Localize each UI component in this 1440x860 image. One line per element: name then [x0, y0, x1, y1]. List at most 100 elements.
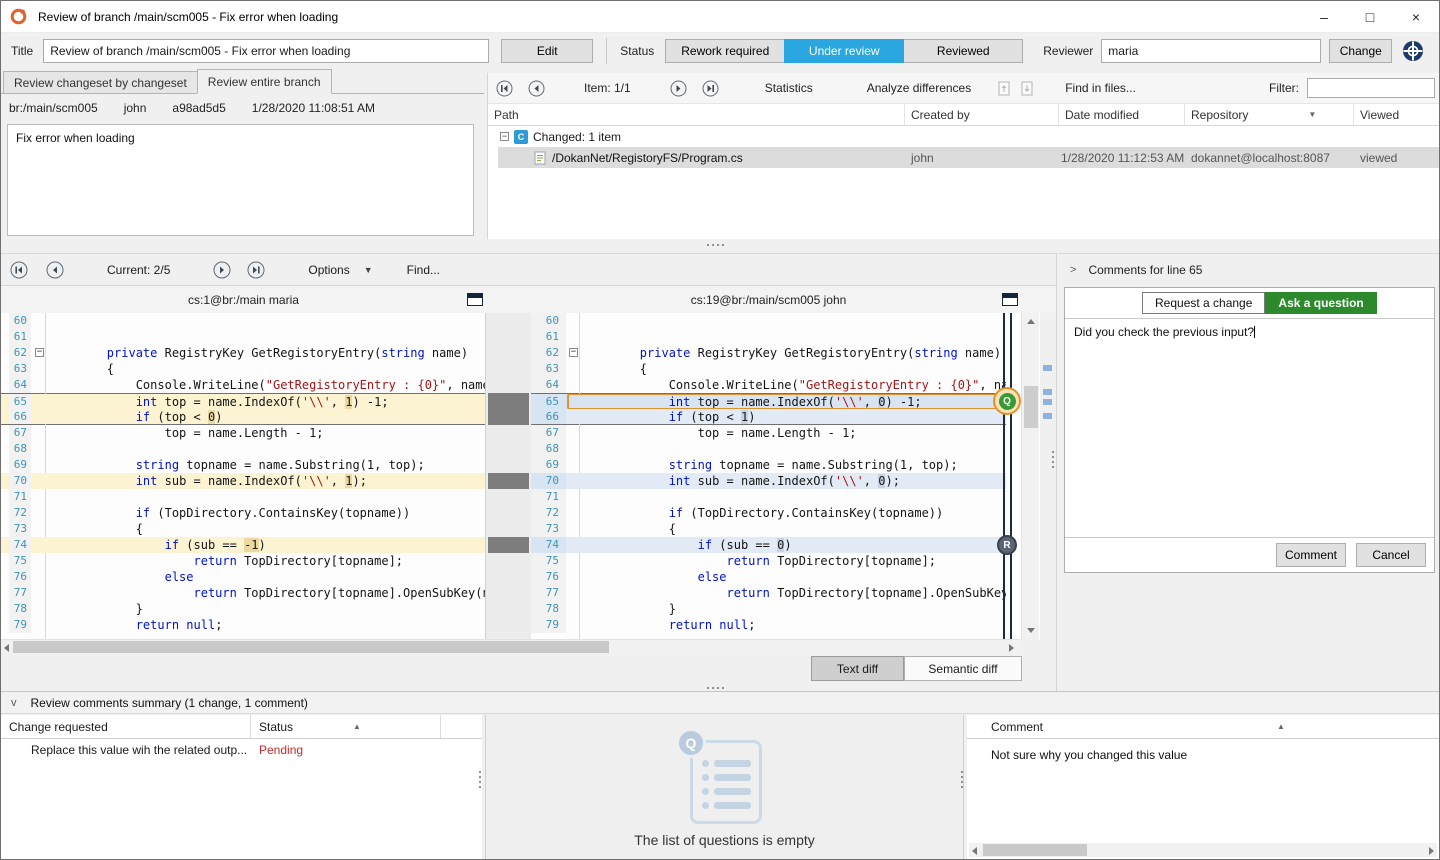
statistics-button[interactable]: Statistics	[765, 81, 813, 95]
vertical-scroll-thumb[interactable]	[1024, 386, 1038, 428]
code-line-right-63[interactable]: 63 {	[531, 361, 1006, 377]
code-line-left-78[interactable]: 78 }	[1, 601, 485, 617]
comment-button[interactable]: Comment	[1276, 543, 1346, 567]
code-line-right-65[interactable]: 65 int top = name.IndexOf('\\', 0) -1;	[531, 393, 1006, 409]
next-item-icon[interactable]	[669, 78, 689, 98]
change-request-row[interactable]: Replace this value wih the related outp.…	[1, 739, 482, 761]
code-line-right-64[interactable]: 64 Console.WriteLine("GetRegistoryEntry …	[531, 377, 1006, 393]
right-pane-window-icon[interactable]	[1002, 293, 1018, 306]
previous-diff-icon[interactable]	[45, 260, 65, 280]
semantic-diff-button[interactable]: Semantic diff	[904, 656, 1022, 681]
changed-group-row[interactable]: − C Changed: 1 item	[488, 126, 1439, 147]
find-button[interactable]: Find...	[407, 263, 440, 277]
doc-arrow-left-icon[interactable]	[997, 81, 1012, 96]
review-title-input[interactable]: Review of branch /main/scm005 - Fix erro…	[43, 39, 489, 63]
file-row[interactable]: /DokanNet/RegistoryFS/Program.cs john 1/…	[498, 147, 1439, 168]
code-line-left-61[interactable]: 61	[1, 329, 485, 345]
analyze-differences-button[interactable]: Analyze differences	[867, 81, 972, 95]
horizontal-scroll-thumb[interactable]	[13, 641, 609, 653]
code-fold-icon[interactable]: −	[35, 348, 44, 357]
destination-code-pane[interactable]: 606162 private RegistryKey GetRegistoryE…	[531, 313, 1006, 639]
code-line-right-60[interactable]: 60	[531, 313, 1006, 329]
code-line-right-72[interactable]: 72 if (TopDirectory.ContainsKey(topname)…	[531, 505, 1006, 521]
code-line-right-61[interactable]: 61	[531, 329, 1006, 345]
code-line-left-67[interactable]: 67 top = name.Length - 1;	[1, 425, 485, 441]
code-line-left-71[interactable]: 71	[1, 489, 485, 505]
source-code-pane[interactable]: 606162 private RegistryKey GetRegistoryE…	[1, 313, 486, 639]
tab-review-changeset-by-changeset[interactable]: Review changeset by changeset	[3, 71, 198, 94]
last-diff-icon[interactable]	[246, 260, 266, 280]
code-line-left-66[interactable]: 66 if (top < 0)	[1, 409, 485, 425]
code-line-left-73[interactable]: 73 {	[1, 521, 485, 537]
code-line-left-62[interactable]: 62 private RegistryKey GetRegistoryEntry…	[1, 345, 485, 361]
text-diff-button[interactable]: Text diff	[811, 656, 904, 681]
code-line-left-70[interactable]: 70 int sub = name.IndexOf('\\', 1);	[1, 473, 485, 489]
code-line-right-78[interactable]: 78 }	[531, 601, 1006, 617]
previous-item-icon[interactable]	[526, 78, 546, 98]
left-pane-window-icon[interactable]	[467, 293, 483, 306]
column-repository[interactable]: Repository▼	[1185, 104, 1354, 125]
code-line-right-62[interactable]: 62 private RegistryKey GetRegistoryEntry…	[531, 345, 1006, 361]
status-reviewed-button[interactable]: Reviewed	[903, 39, 1023, 63]
scroll-up-icon[interactable]	[1027, 319, 1035, 324]
comments-list-header[interactable]: Comment ▲	[967, 715, 1439, 739]
column-viewed[interactable]: Viewed	[1354, 104, 1439, 125]
ask-question-button[interactable]: Ask a question	[1265, 292, 1376, 314]
vertical-splitter-grip[interactable]	[961, 771, 963, 788]
maximize-button[interactable]: □	[1347, 1, 1393, 33]
doc-arrow-right-icon[interactable]	[1020, 81, 1035, 96]
next-diff-icon[interactable]	[212, 260, 232, 280]
code-line-right-66[interactable]: 66 if (top < 1)	[531, 409, 1006, 425]
question-textarea[interactable]: Did you check the previous input?	[1065, 318, 1434, 538]
column-status[interactable]: Status▲	[251, 715, 441, 738]
close-button[interactable]: ×	[1393, 1, 1439, 33]
code-line-right-70[interactable]: 70 int sub = name.IndexOf('\\', 0);	[531, 473, 1006, 489]
code-line-left-69[interactable]: 69 string topname = name.Substring(1, to…	[1, 457, 485, 473]
code-line-left-72[interactable]: 72 if (TopDirectory.ContainsKey(topname)…	[1, 505, 485, 521]
vertical-splitter-grip[interactable]	[1052, 451, 1054, 468]
code-line-left-74[interactable]: 74 if (sub == -1)	[1, 537, 485, 553]
code-line-right-69[interactable]: 69 string topname = name.Substring(1, to…	[531, 457, 1006, 473]
edit-button[interactable]: Edit	[501, 39, 593, 63]
code-line-left-76[interactable]: 76 else	[1, 569, 485, 585]
code-line-right-68[interactable]: 68	[531, 441, 1006, 457]
tab-review-entire-branch[interactable]: Review entire branch	[197, 69, 332, 94]
scroll-left-icon[interactable]	[4, 644, 9, 652]
options-button[interactable]: Options	[308, 263, 349, 277]
first-item-icon[interactable]	[494, 78, 514, 98]
filter-input[interactable]	[1307, 78, 1435, 98]
column-date-modified[interactable]: Date modified	[1059, 104, 1185, 125]
horizontal-scrollbar[interactable]	[1, 639, 1021, 653]
code-line-right-67[interactable]: 67 top = name.Length - 1;	[531, 425, 1006, 441]
code-line-left-64[interactable]: 64 Console.WriteLine("GetRegistoryEntry …	[1, 377, 485, 393]
overview-ruler[interactable]	[1040, 313, 1056, 639]
gyro-globe-icon[interactable]	[1402, 40, 1424, 62]
column-change-requested[interactable]: Change requested	[1, 715, 251, 738]
code-line-right-74[interactable]: 74 if (sub == 0)	[531, 537, 1006, 553]
chevron-right-icon[interactable]: >	[1070, 264, 1076, 276]
code-line-right-76[interactable]: 76 else	[531, 569, 1006, 585]
last-item-icon[interactable]	[701, 78, 721, 98]
summary-header[interactable]: v Review comments summary (1 change, 1 c…	[1, 691, 1440, 714]
comments-horizontal-scrollbar[interactable]	[969, 843, 1437, 857]
first-diff-icon[interactable]	[9, 260, 29, 280]
vertical-scrollbar[interactable]	[1021, 313, 1039, 639]
horizontal-splitter-grip[interactable]	[707, 244, 724, 246]
code-line-left-68[interactable]: 68	[1, 441, 485, 457]
minimize-button[interactable]: –	[1301, 1, 1347, 33]
chevron-down-icon[interactable]: v	[11, 697, 17, 709]
scroll-down-icon[interactable]	[1027, 628, 1035, 633]
reviewer-input[interactable]: maria	[1101, 39, 1321, 63]
change-reviewer-button[interactable]: Change	[1329, 39, 1392, 63]
code-line-right-75[interactable]: 75 return TopDirectory[topname];	[531, 553, 1006, 569]
vertical-splitter-grip[interactable]	[479, 771, 481, 788]
code-line-right-71[interactable]: 71	[531, 489, 1006, 505]
code-line-left-77[interactable]: 77 return TopDirectory[topname].OpenSubK…	[1, 585, 485, 601]
scroll-right-icon[interactable]	[1009, 644, 1014, 652]
cancel-button[interactable]: Cancel	[1356, 543, 1426, 567]
request-change-button[interactable]: Request a change	[1142, 292, 1265, 314]
code-line-right-79[interactable]: 79 return null;	[531, 617, 1006, 633]
comment-row[interactable]: Not sure why you changed this value	[967, 739, 1439, 762]
column-path[interactable]: Path	[488, 104, 905, 125]
code-line-left-63[interactable]: 63 {	[1, 361, 485, 377]
